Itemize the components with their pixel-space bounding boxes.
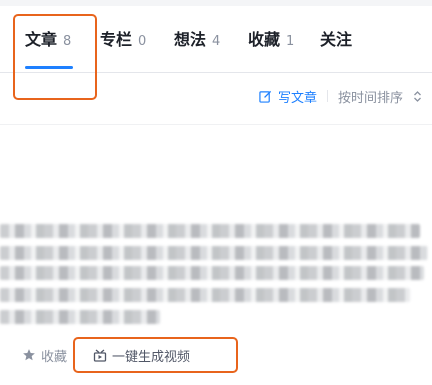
tab-articles-label: 文章 <box>25 30 58 49</box>
collect-button[interactable]: 收藏 <box>22 346 67 365</box>
tab-articles[interactable]: 文章 8 <box>25 26 71 50</box>
tab-favorites-label: 收藏 <box>248 30 281 49</box>
tab-following-label: 关注 <box>320 30 353 49</box>
tab-columns[interactable]: 专栏 0 <box>100 26 146 50</box>
sort-label: 按时间排序 <box>337 90 403 106</box>
tab-thoughts-count: 4 <box>212 34 221 49</box>
top-strip <box>0 0 432 6</box>
collect-label: 收藏 <box>41 349 68 365</box>
blurred-line <box>0 266 424 280</box>
sort-select[interactable]: 按时间排序 <box>338 87 422 106</box>
write-article-label: 写文章 <box>277 90 317 106</box>
write-article-button[interactable]: 写文章 <box>259 87 317 106</box>
tab-articles-count: 8 <box>63 34 72 49</box>
active-tab-indicator <box>25 66 73 69</box>
toolbar-separator <box>326 90 328 102</box>
blurred-line <box>0 246 428 260</box>
profile-articles-panel: 文章 8 专栏 0 想法 4 收藏 1 关注 写文章 按时间排序 收藏 一键生成… <box>0 0 432 385</box>
blurred-line <box>0 224 420 238</box>
tab-thoughts[interactable]: 想法 4 <box>174 26 220 50</box>
blurred-line <box>0 288 410 302</box>
generate-video-button[interactable]: 一键生成视频 <box>93 346 190 365</box>
blurred-line <box>0 310 160 324</box>
article-content-obscured <box>0 220 432 330</box>
generate-video-label: 一键生成视频 <box>112 349 191 365</box>
edit-square-icon <box>259 90 272 103</box>
tab-columns-label: 专栏 <box>100 30 133 49</box>
video-generate-icon <box>93 349 107 362</box>
star-icon <box>23 349 35 361</box>
tabs-divider <box>0 72 432 73</box>
tabs-bar: 文章 8 专栏 0 想法 4 收藏 1 关注 <box>0 26 432 66</box>
sort-chevrons-icon <box>414 90 421 102</box>
tab-thoughts-label: 想法 <box>174 30 207 49</box>
tab-favorites-count: 1 <box>286 34 295 49</box>
tab-favorites[interactable]: 收藏 1 <box>248 26 294 50</box>
list-toolbar: 写文章 按时间排序 <box>259 86 422 106</box>
tab-following[interactable]: 关注 <box>320 26 352 50</box>
section-divider <box>0 124 432 125</box>
article-actions: 收藏 一键生成视频 <box>22 344 190 366</box>
tab-columns-count: 0 <box>138 34 147 49</box>
